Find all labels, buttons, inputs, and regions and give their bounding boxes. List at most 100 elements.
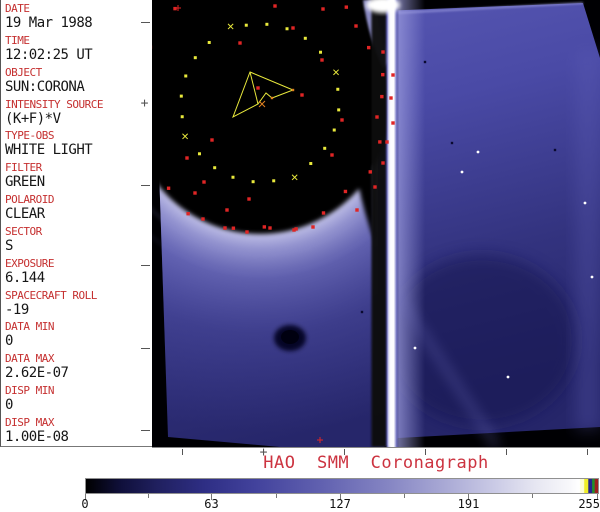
yellow-limb-dot <box>231 175 235 179</box>
metadata-label: DATA MAX <box>5 352 54 366</box>
red-fiducial-dot <box>389 96 393 100</box>
pylon-shadow-band <box>371 0 387 447</box>
yellow-limb-dot <box>251 180 255 184</box>
star-point <box>506 375 510 379</box>
metadata-field: SPACECRAFT ROLL -19 <box>1 287 152 319</box>
red-fiducial-dot <box>186 212 190 216</box>
yellow-limb-dot <box>244 23 248 27</box>
coronagraph-image-area <box>129 0 600 450</box>
red-fiducial-dot <box>381 50 385 54</box>
pylon-streak-core <box>388 0 394 447</box>
metadata-label: DATA MIN <box>5 320 54 334</box>
red-fiducial-dot <box>193 191 197 195</box>
star-point <box>413 346 417 350</box>
red-fiducial-dot <box>380 94 384 99</box>
metadata-field: DISP MIN 0 <box>1 382 152 414</box>
red-fiducial-dot <box>343 189 348 194</box>
colorbar-minor-tick <box>276 494 278 498</box>
red-fiducial-dot <box>268 226 272 230</box>
left-axis-tick <box>141 265 150 266</box>
red-fiducial-dot <box>185 156 189 160</box>
coronagraph-image <box>129 0 600 450</box>
yellow-limb-dot <box>332 128 336 132</box>
yellow-limb-dot <box>207 40 211 44</box>
colorbar-tick-label: 63 <box>204 497 219 511</box>
metadata-label: OBJECT <box>5 65 42 79</box>
metadata-label: SECTOR <box>5 224 42 238</box>
dark-speck <box>553 148 557 152</box>
red-fiducial-dot <box>210 138 214 142</box>
orange-vertex-dot <box>291 88 295 92</box>
red-fiducial-dot <box>340 118 344 122</box>
yellow-limb-dot <box>193 56 197 60</box>
colorbar-tick-label: 127 <box>329 497 351 511</box>
metadata-sidebar: DATE 19 Mar 1988 TIME 12:02:25 UT OBJECT SUN:… <box>0 0 152 447</box>
colorbar-tick-label: 255 <box>578 497 600 511</box>
red-fiducial-dot <box>262 225 267 229</box>
metadata-value: 12:02:25 UT <box>5 46 93 63</box>
red-fiducial-dot <box>378 140 382 144</box>
orange-vertex-dot <box>270 96 274 100</box>
red-fiducial-dot <box>300 93 304 97</box>
red-fiducial-dot <box>381 72 385 77</box>
star-point <box>590 275 594 279</box>
yellow-limb-dot <box>309 162 313 166</box>
red-fiducial-dot <box>245 230 249 234</box>
metadata-field: INTENSITY SOURCE (K+F)*V <box>1 96 152 128</box>
red-fiducial-dot <box>354 24 358 28</box>
red-fiducial-dot <box>355 208 359 212</box>
red-fiducial-dot <box>330 153 334 157</box>
colorbar-tick-label: 0 <box>81 497 89 511</box>
yellow-limb-dot <box>303 36 307 40</box>
red-fiducial-dot <box>381 161 385 165</box>
metadata-value: S <box>5 237 13 254</box>
red-fiducial-dot <box>344 5 349 9</box>
metadata-label: DISP MIN <box>5 384 54 398</box>
metadata-label: EXPOSURE <box>5 256 54 270</box>
yellow-limb-dot <box>336 87 340 91</box>
red-fiducial-dot <box>166 186 171 190</box>
metadata-field: DATA MAX 2.62E-07 <box>1 350 152 382</box>
metadata-label: DISP MAX <box>5 415 54 429</box>
metadata-label: TIME <box>5 33 30 47</box>
metadata-value: 1.00E-08 <box>5 428 69 445</box>
dark-speck <box>450 141 454 145</box>
red-fiducial-dot <box>273 4 277 8</box>
metadata-label: FILTER <box>5 161 42 175</box>
metadata-field: EXPOSURE 6.144 <box>1 255 152 287</box>
red-fiducial-dot <box>391 73 395 77</box>
right-edge-light <box>576 50 600 430</box>
left-axis-tick <box>141 185 150 186</box>
metadata-field: TYPE-OBS WHITE LIGHT <box>1 127 152 159</box>
red-fiducial-dot <box>391 121 395 125</box>
metadata-label: INTENSITY SOURCE <box>5 97 103 111</box>
dark-speck <box>423 60 427 64</box>
colorbar-minor-tick <box>404 494 406 498</box>
left-axis-tick <box>141 430 150 431</box>
yellow-limb-dot <box>265 22 269 26</box>
metadata-field: DISP MAX 1.00E-08 <box>1 414 152 446</box>
metadata-label: DATE <box>5 2 30 15</box>
red-fiducial-dot <box>231 226 236 230</box>
yellow-limb-dot <box>184 74 188 78</box>
yellow-limb-dot <box>197 152 201 156</box>
red-fiducial-dot <box>202 180 206 184</box>
red-fiducial-dot <box>320 58 324 62</box>
red-fiducial-dot <box>368 170 372 174</box>
metadata-label: POLAROID <box>5 193 54 207</box>
image-title: HAO SMM Coronagraph <box>263 453 489 473</box>
metadata-value: SUN:CORONA <box>5 78 85 95</box>
metadata-value: 0 <box>5 333 13 350</box>
metadata-value: 0 <box>5 397 13 414</box>
metadata-value: WHITE LIGHT <box>5 142 93 159</box>
colorbar-minor-tick <box>148 494 150 498</box>
red-fiducial-dot <box>292 228 296 232</box>
pylon-glow <box>397 0 425 447</box>
yellow-limb-dot <box>213 166 217 170</box>
red-fiducial-dot <box>223 226 227 230</box>
yellow-limb-dot <box>272 179 276 183</box>
metadata-value: GREEN <box>5 174 45 191</box>
red-fiducial-dot <box>201 217 205 221</box>
metadata-value: 19 Mar 1988 <box>5 15 93 31</box>
red-fiducial-dot <box>321 7 325 11</box>
